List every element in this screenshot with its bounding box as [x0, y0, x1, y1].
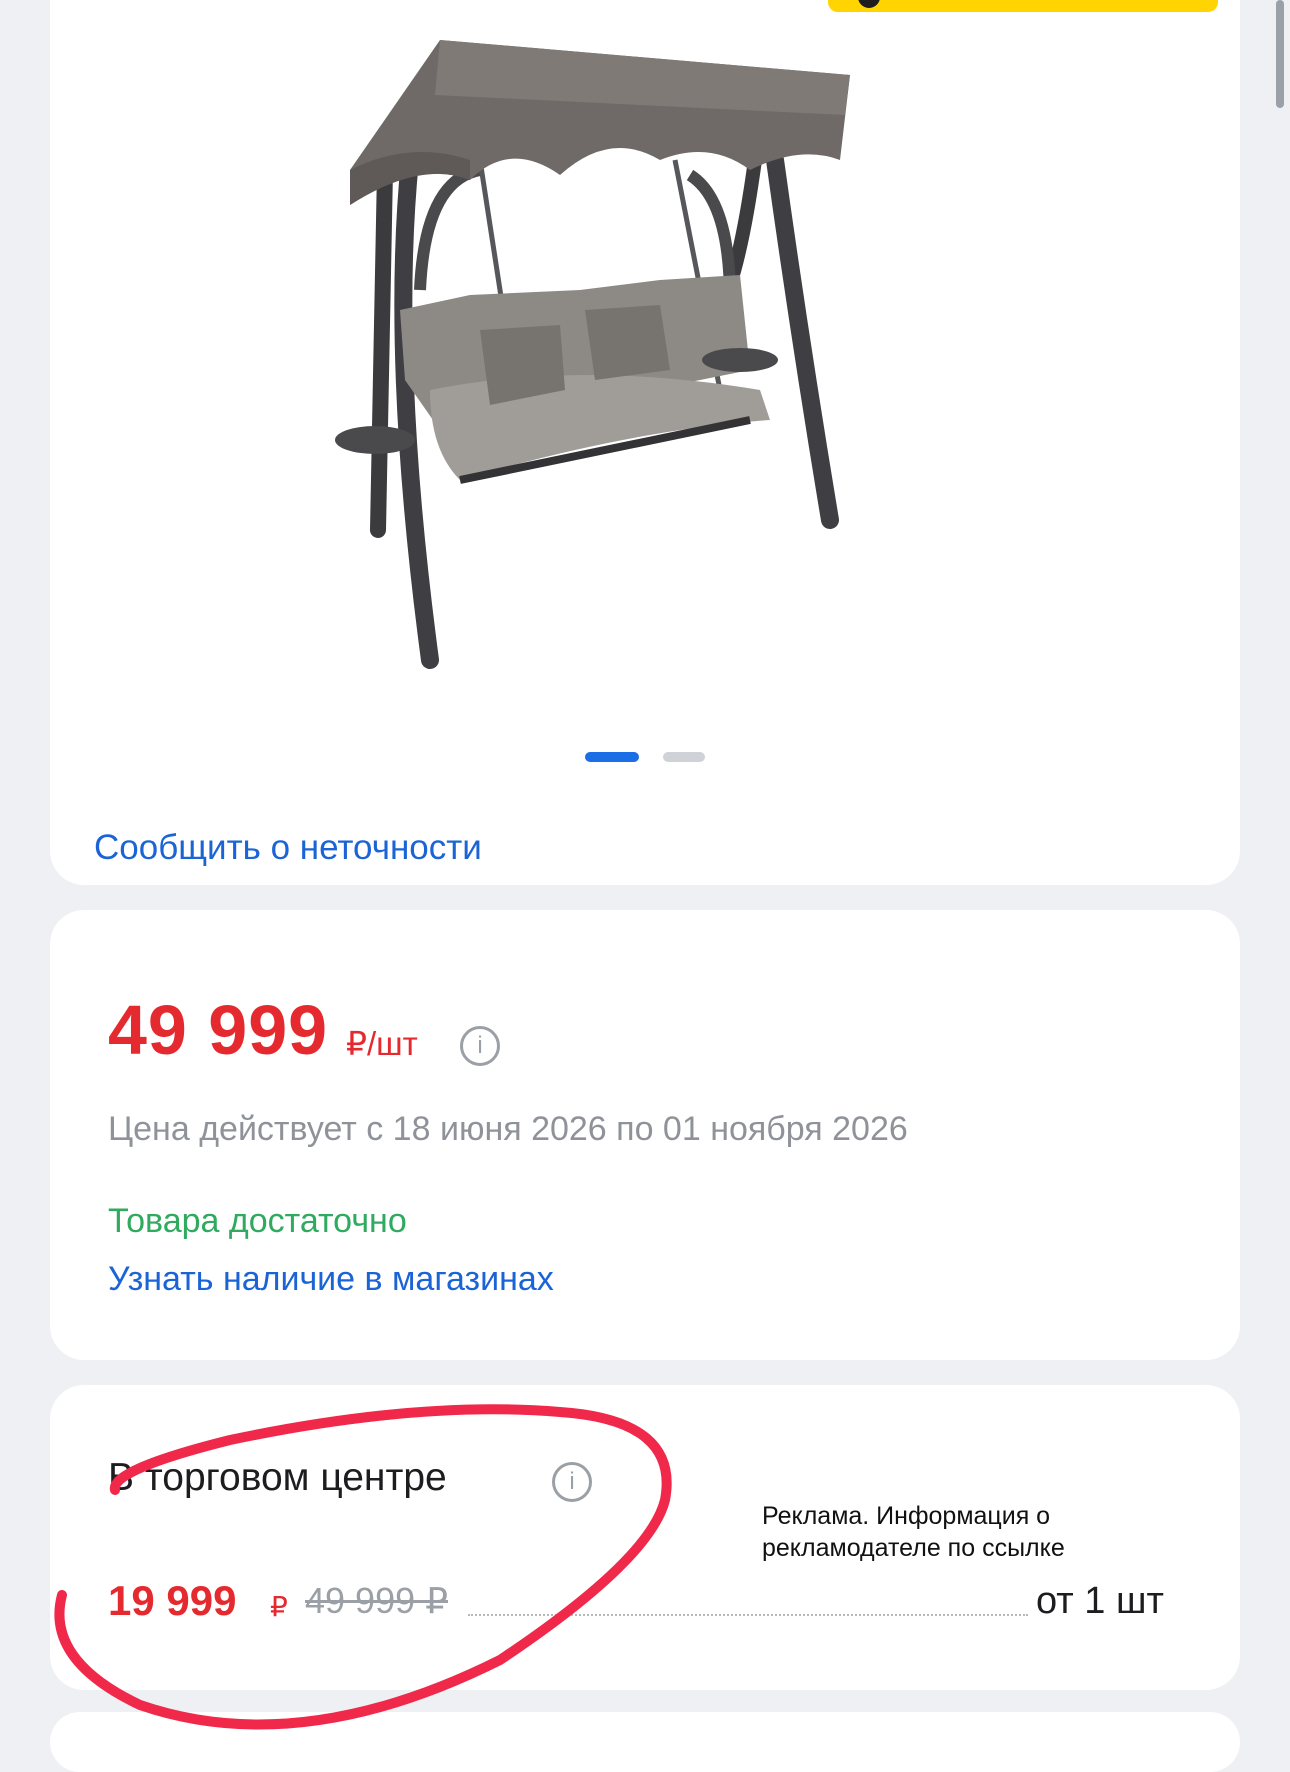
price-validity-text: Цена действует с 18 июня 2026 по 01 нояб…	[108, 1110, 908, 1148]
product-image-garden-swing[interactable]	[330, 10, 890, 670]
info-icon[interactable]: i	[552, 1462, 592, 1502]
check-availability-link[interactable]: Узнать наличие в магазинах	[108, 1260, 554, 1299]
report-inaccuracy-link[interactable]: Сообщить о неточности	[94, 828, 482, 868]
badge-icon	[858, 0, 880, 8]
pagination-dot-active[interactable]	[585, 752, 639, 762]
price-value: 49 999	[108, 991, 329, 1069]
mall-price-new: 19 999	[108, 1577, 237, 1624]
price-unit: ₽/шт	[346, 1025, 418, 1062]
mall-price-currency: ₽	[270, 1591, 288, 1622]
pagination-dot[interactable]	[663, 752, 705, 762]
ad-notice: Реклама. Информация о рекламодателе по с…	[762, 1500, 1142, 1564]
mall-min-quantity: от 1 шт	[1036, 1580, 1164, 1622]
mall-offer-title: В торговом центре	[108, 1456, 447, 1499]
stock-status: Товара достаточно	[108, 1202, 407, 1240]
dotted-leader	[468, 1614, 1028, 1616]
mall-price-old: 49 999 ₽	[305, 1580, 449, 1621]
info-icon[interactable]: i	[460, 1026, 500, 1066]
scrollbar[interactable]	[1276, 0, 1284, 108]
next-card	[50, 1712, 1240, 1772]
